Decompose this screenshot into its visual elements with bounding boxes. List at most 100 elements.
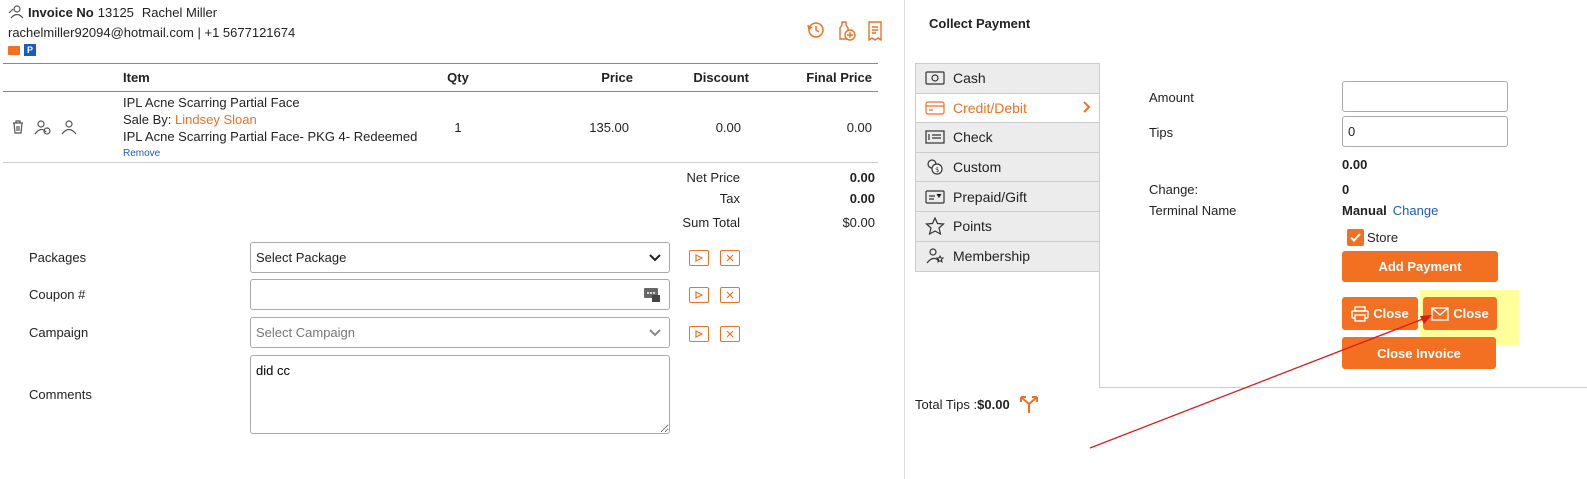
terminal-name-label: Terminal Name (1149, 203, 1237, 218)
close-invoice-button[interactable]: Close Invoice (1342, 337, 1496, 369)
chevron-right-icon (1083, 100, 1091, 113)
customer-name: Rachel Miller (141, 4, 218, 20)
chevron-down-icon (649, 328, 661, 337)
total-tips: Total Tips :$0.00 (915, 394, 1040, 414)
coupon-icon[interactable] (643, 287, 661, 303)
tab-label: Points (953, 218, 992, 235)
sum-total-label: Sum Total (682, 215, 740, 230)
apply-coupon-button[interactable] (689, 287, 709, 303)
col-final-price: Final Price (749, 63, 878, 92)
packages-select[interactable]: Select Package (250, 242, 670, 273)
apply-icon (695, 330, 703, 338)
change-value: 0 (1342, 182, 1350, 197)
campaign-select[interactable]: Select Campaign (250, 317, 670, 348)
tab-membership[interactable]: Membership (916, 242, 1099, 272)
customer-contact: rachelmiller92094@hotmail.com | +1 56771… (8, 25, 296, 40)
trash-icon[interactable] (10, 119, 26, 135)
tab-label: Check (953, 129, 993, 146)
tab-label: Prepaid/Gift (953, 188, 1027, 205)
tab-prepaid-gift[interactable]: Prepaid/Gift (916, 182, 1099, 212)
tab-custom[interactable]: $ Custom (916, 153, 1099, 183)
clear-icon (726, 291, 734, 299)
membership-icon (926, 248, 945, 264)
apply-package-button[interactable] (689, 250, 709, 266)
sale-by-staff-link[interactable]: Lindsey Sloan (175, 112, 257, 127)
receipt-icon[interactable] (866, 20, 886, 42)
chevron-down-icon (649, 253, 661, 262)
tab-points[interactable]: Points (916, 212, 1099, 242)
change-label: Change: (1149, 182, 1199, 197)
package-note: IPL Acne Scarring Partial Face- PKG 4- R… (123, 129, 418, 144)
amount-input[interactable] (1342, 81, 1508, 112)
apply-icon (695, 254, 703, 262)
col-item: Item (123, 63, 428, 92)
tab-credit-debit[interactable]: Credit/Debit (916, 93, 1099, 124)
terminal-change-link[interactable]: Change (1393, 203, 1439, 218)
tips-input[interactable]: 0 (1342, 116, 1508, 147)
final-price-cell: 0.00 (749, 91, 878, 163)
apply-icon (695, 291, 703, 299)
payment-subtotal: 0.00 (1342, 157, 1368, 172)
net-price-value: 0.00 (849, 170, 875, 185)
close-invoice-label: Close Invoice (1377, 345, 1461, 361)
clear-icon (726, 254, 734, 262)
custom-icon: $ (927, 159, 943, 175)
tab-check[interactable]: Check (916, 123, 1099, 153)
invoice-number: 13125 (97, 4, 134, 20)
sale-by-label: Sale By: (123, 112, 176, 127)
apply-campaign-button[interactable] (689, 326, 709, 342)
add-payment-button[interactable]: Add Payment (1342, 251, 1498, 282)
add-payment-label: Add Payment (1378, 259, 1462, 274)
clear-icon (726, 330, 734, 338)
tab-cash[interactable]: Cash (916, 64, 1099, 94)
clear-coupon-button[interactable] (720, 287, 740, 303)
svg-text:$: $ (935, 166, 939, 174)
campaign-selected-value: Select Campaign (256, 325, 355, 340)
store-checkbox[interactable]: Store (1347, 229, 1398, 246)
total-tips-label: Total Tips : (915, 396, 978, 412)
col-discount: Discount (633, 63, 749, 92)
collect-payment-title: Collect Payment (929, 16, 1031, 31)
payment-method-tabs: Cash Credit/Debit Check $ Custom Prepaid… (915, 63, 1100, 273)
clear-campaign-button[interactable] (720, 326, 740, 342)
add-product-icon[interactable] (836, 20, 856, 42)
amount-label: Amount (1149, 90, 1194, 105)
coupon-input[interactable] (250, 279, 670, 310)
store-label: Store (1367, 230, 1399, 245)
tab-label: Custom (953, 159, 1002, 176)
col-qty: Qty (428, 63, 488, 92)
cash-icon (925, 71, 945, 85)
close-email-label: Close (1453, 306, 1489, 321)
clear-package-button[interactable] (720, 250, 740, 266)
tax-label: Tax (719, 191, 740, 206)
parking-badge: P (24, 44, 36, 56)
table-row: IPL Acne Scarring Partial Face Sale By: … (3, 91, 878, 163)
tab-label: Cash (953, 70, 986, 87)
invoice-label: Invoice No (28, 4, 94, 20)
comments-textarea[interactable] (250, 355, 670, 434)
tab-label: Membership (953, 248, 1031, 265)
gift-card-icon (925, 190, 945, 204)
history-icon[interactable] (806, 20, 826, 42)
total-tips-value: $0.00 (977, 396, 1010, 412)
staff-icon[interactable] (60, 119, 78, 135)
price-cell: 135.00 (488, 91, 633, 163)
remove-link[interactable]: Remove (123, 145, 428, 162)
totals-block: Net Price 0.00 Tax 0.00 Sum Total $0.00 (600, 167, 875, 233)
sum-total-value: $0.00 (842, 215, 875, 230)
check-icon (925, 130, 945, 145)
close-email-button[interactable]: Close (1423, 297, 1497, 330)
comments-label: Comments (29, 387, 92, 402)
tax-value: 0.00 (849, 191, 875, 206)
invoice-header: Invoice No 13125 Rachel Miller rachelmil… (8, 3, 295, 56)
packages-label: Packages (29, 250, 87, 265)
assign-staff-icon[interactable] (34, 119, 52, 135)
star-icon (925, 217, 945, 236)
close-print-label: Close (1373, 306, 1409, 321)
checkmark-icon (1347, 229, 1364, 246)
email-icon (1431, 306, 1449, 321)
invoice-pane: Invoice No 13125 Rachel Miller rachelmil… (0, 0, 905, 479)
card-on-file-badge (8, 46, 20, 55)
split-tips-icon[interactable] (1018, 394, 1040, 414)
close-print-button[interactable]: Close (1342, 297, 1418, 330)
